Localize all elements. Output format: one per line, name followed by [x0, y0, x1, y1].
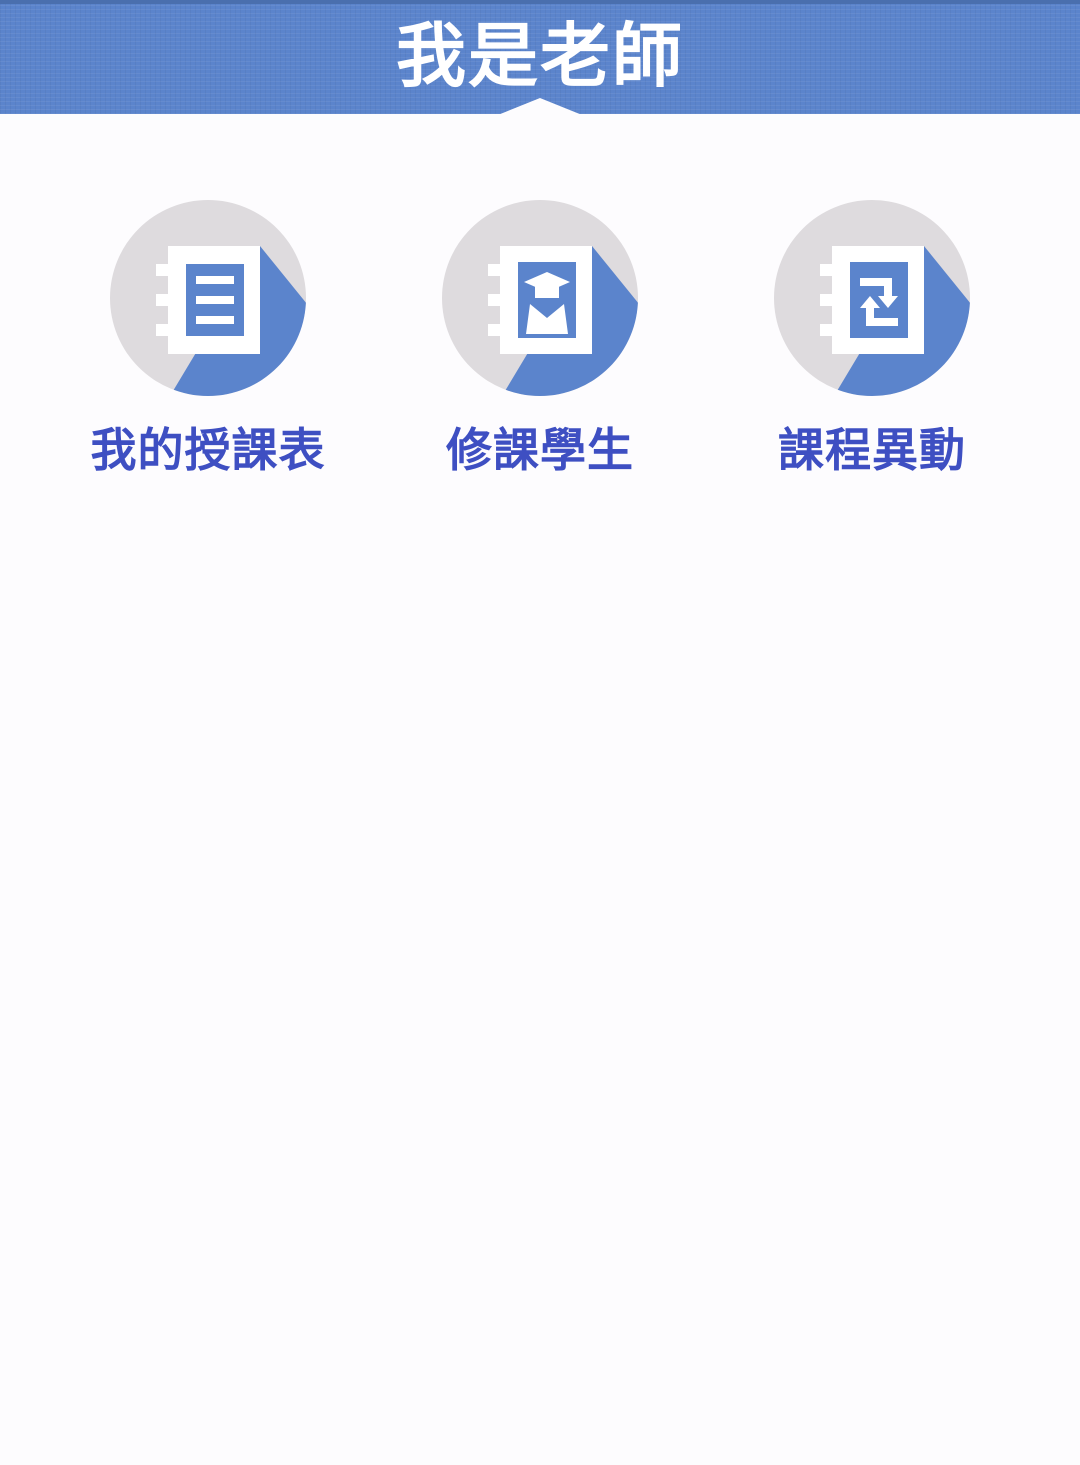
page-title: 我是老師 [396, 15, 684, 97]
header-bar: 我是老師 [0, 0, 1080, 119]
menu-item-label: 我的授課表 [90, 423, 326, 477]
menu-item-label: 修課學生 [446, 423, 634, 477]
header-notch [488, 98, 592, 119]
course-change-notebook-icon [774, 200, 970, 396]
timetable-notebook-icon [110, 200, 306, 396]
menu-item-label: 課程異動 [778, 423, 966, 477]
menu-grid: 我的授課表 修課學生 課程異動 [0, 200, 1080, 500]
menu-item-my-schedule[interactable]: 我的授課表 [58, 200, 358, 490]
menu-item-course-changes[interactable]: 課程異動 [722, 200, 1022, 490]
student-notebook-icon [442, 200, 638, 396]
menu-item-students[interactable]: 修課學生 [390, 200, 690, 490]
